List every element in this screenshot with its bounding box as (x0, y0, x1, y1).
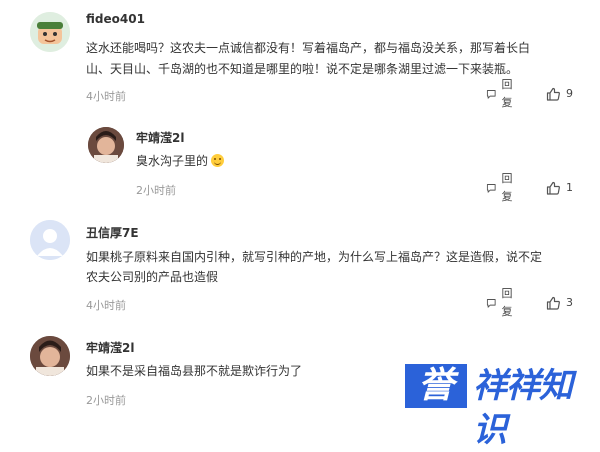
like-button[interactable]: 3 (546, 294, 573, 312)
reply-button[interactable]: 回复 (486, 78, 517, 109)
comment-text: 臭水沟子里的 (136, 151, 225, 171)
reply-label: 回复 (501, 78, 513, 109)
username[interactable]: 丑信厚7E (86, 224, 139, 241)
cartoon-avatar-icon (30, 12, 70, 52)
comment-text-line: 山、天目山、千岛湖的也不知道是哪里的啦！说不定是哪条湖里过滤一下来装瓶。 (86, 62, 519, 76)
comment-bubble-icon (486, 184, 496, 193)
watermark-logo-mark: 誉 (405, 364, 467, 408)
thumbs-up-icon (546, 296, 560, 310)
avatar[interactable] (30, 12, 70, 52)
thumbs-up-icon (546, 87, 560, 101)
like-button[interactable]: 1 (546, 179, 573, 197)
avatar[interactable] (30, 220, 70, 260)
comment-text-line: 这水还能喝吗？这农夫一点诚信都没有！写着福岛产，都与福岛没关系，那写着长白 (86, 41, 531, 55)
comment-text-content: 臭水沟子里的 (136, 154, 209, 168)
avatar[interactable] (88, 127, 124, 163)
timestamp: 2小时前 (136, 184, 176, 197)
comment-text-line: 农夫公司别的产品也造假 (86, 270, 219, 284)
username[interactable]: fideo401 (86, 12, 145, 26)
smile-emoji-icon (211, 154, 225, 167)
comment-bubble-icon (486, 299, 496, 308)
username[interactable]: 牢靖滢2l (136, 129, 184, 146)
photo-avatar-icon (30, 336, 70, 376)
like-count: 3 (566, 296, 573, 309)
watermark-logo-text: 祥祥知识 (473, 366, 573, 450)
photo-avatar-icon (88, 127, 124, 163)
like-button[interactable]: 9 (546, 85, 573, 103)
like-count: 1 (566, 181, 573, 194)
reply-button[interactable]: 回复 (486, 172, 517, 203)
comment-text-line: 如果不是采自福岛县那不就是欺诈行为了 (86, 364, 303, 378)
reply-label: 回复 (501, 287, 513, 318)
comment-text-line: 如果桃子原料来自国内引种，就写引种的产地，为什么写上福岛产？这是造假，说不定 (86, 250, 543, 264)
timestamp: 4小时前 (86, 90, 126, 103)
comment-bubble-icon (486, 90, 496, 99)
avatar[interactable] (30, 336, 70, 376)
reply-label: 回复 (501, 172, 513, 203)
timestamp: 4小时前 (86, 299, 126, 312)
thumbs-up-icon (546, 181, 560, 195)
timestamp: 2小时前 (86, 394, 126, 407)
like-count: 9 (566, 87, 573, 100)
watermark-logo: 誉 祥祥知识 (405, 364, 583, 450)
reply-button[interactable]: 回复 (486, 287, 517, 318)
default-user-avatar-icon (30, 220, 70, 260)
username[interactable]: 牢靖滢2l (86, 339, 134, 356)
